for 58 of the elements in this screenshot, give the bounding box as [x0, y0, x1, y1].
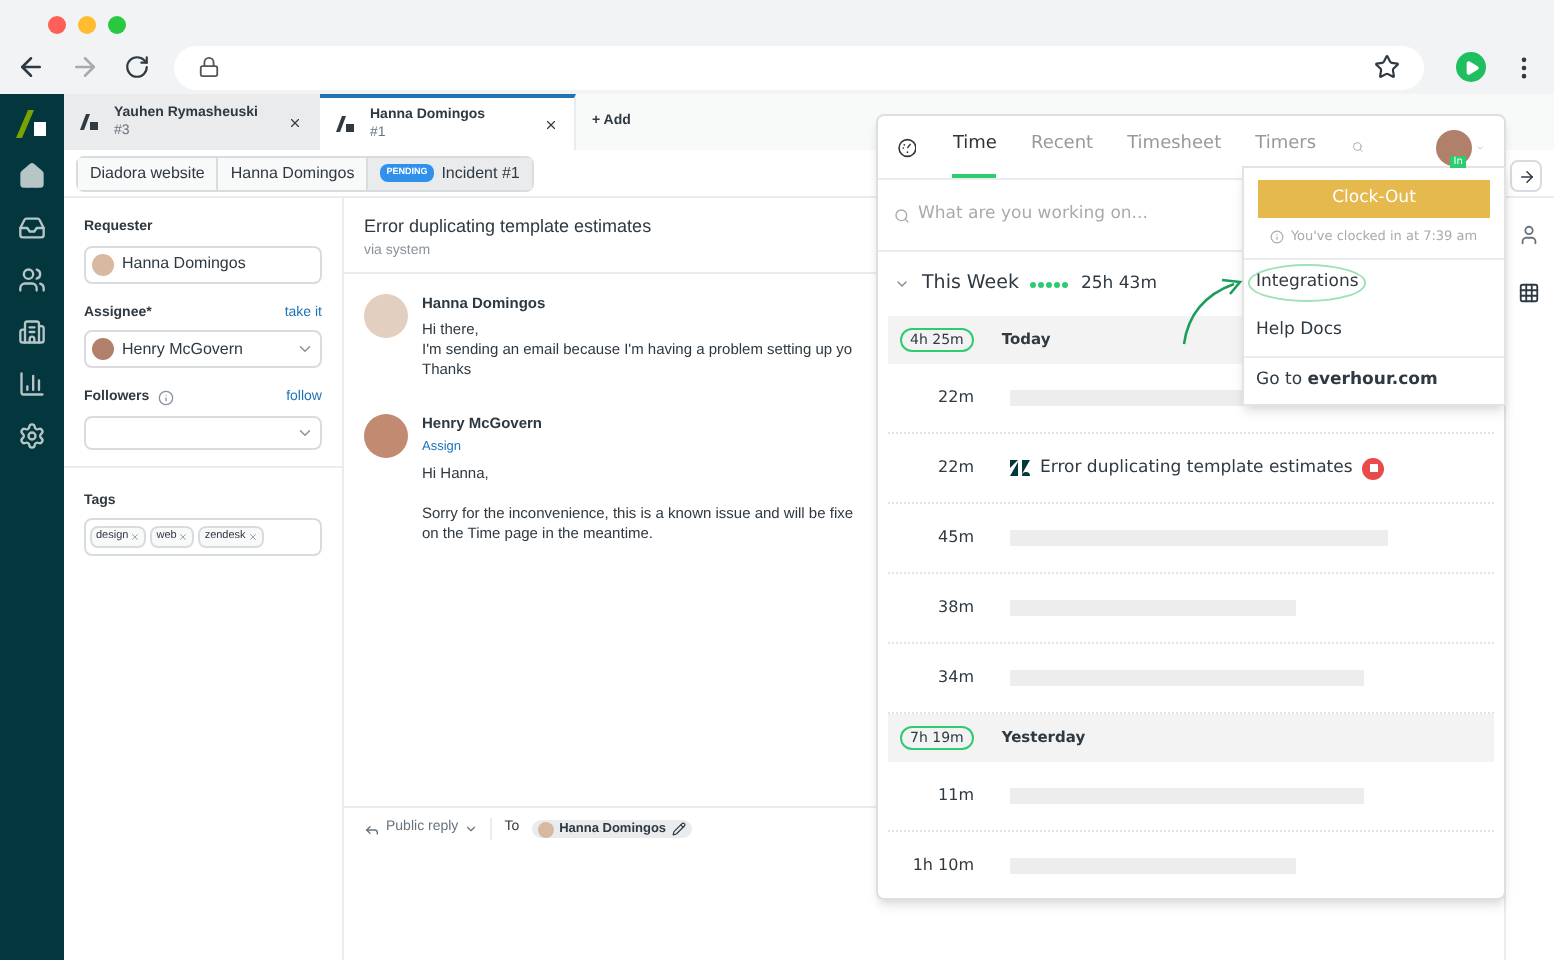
entry-duration: 1h 10m	[910, 854, 974, 878]
entry-title: Error duplicating template estimates	[1040, 455, 1353, 481]
close-icon[interactable]	[544, 117, 558, 131]
arrow-right-icon	[1517, 167, 1535, 185]
avatar	[537, 821, 554, 837]
entry-duration: 34m	[936, 666, 974, 690]
user-avatar	[1435, 129, 1472, 165]
avatar	[364, 294, 408, 338]
menu-item[interactable]: Integrations	[1250, 266, 1365, 301]
breadcrumb-label: Incident #1	[441, 161, 520, 185]
tracker-tab[interactable]: Time	[952, 116, 997, 178]
search-icon	[894, 207, 910, 223]
info-icon	[157, 390, 174, 407]
week-total: 25h 43m	[1080, 271, 1157, 297]
ticket-subject: Error duplicating template estimates	[364, 214, 652, 240]
dots-icon	[1030, 281, 1069, 287]
reporting-icon[interactable]	[18, 370, 46, 398]
ticket-icon	[80, 114, 98, 130]
zendesk-icon	[1010, 460, 1030, 476]
entry-duration: 22m	[936, 456, 974, 480]
entry-duration: 45m	[936, 526, 974, 550]
menu-item[interactable]: Go to everhour.com	[1256, 367, 1438, 394]
apps-grid-icon[interactable]	[1518, 282, 1540, 304]
avatar	[92, 253, 114, 275]
entry-duration: 22m	[936, 386, 974, 410]
avatar	[364, 414, 408, 458]
avatar	[92, 338, 114, 360]
info-icon	[1270, 230, 1285, 245]
entry-duration: 11m	[936, 784, 974, 808]
user-icon[interactable]	[1518, 224, 1540, 246]
week-label: This Week	[922, 269, 1019, 298]
pencil-icon[interactable]	[672, 822, 687, 836]
chevron-down-icon	[464, 822, 479, 836]
breadcrumb-item[interactable]: Hanna Domingos	[218, 157, 369, 189]
expand-arrow-button[interactable]	[1510, 160, 1542, 192]
settings-icon[interactable]	[18, 422, 46, 450]
pointer-arrow	[1178, 276, 1246, 346]
close-window-icon[interactable]	[48, 16, 66, 34]
reply-icon	[364, 821, 380, 837]
breadcrumb-item[interactable]: Diadora website	[78, 157, 219, 189]
zendesk-logo-icon[interactable]	[16, 110, 48, 138]
stop-timer-button[interactable]	[1362, 457, 1385, 479]
back-icon[interactable]	[16, 52, 46, 82]
ticket-icon	[336, 116, 354, 132]
entry-duration: 38m	[936, 596, 974, 620]
chevron-down-icon	[296, 340, 314, 358]
menu-item[interactable]: Help Docs	[1256, 318, 1342, 345]
reload-icon[interactable]	[124, 54, 150, 80]
assignee-dropdown[interactable]: Henry McGovern	[84, 330, 322, 368]
users-icon[interactable]	[18, 266, 46, 294]
bookmark-star-icon[interactable]	[1374, 54, 1400, 80]
lock-icon	[198, 56, 220, 78]
home-icon[interactable]	[18, 162, 46, 190]
collapse-icon[interactable]	[894, 276, 910, 292]
close-icon[interactable]	[288, 115, 302, 129]
views-icon[interactable]	[18, 214, 46, 242]
requester-field[interactable]: Hanna Domingos	[84, 245, 322, 283]
organizations-icon[interactable]	[18, 318, 46, 346]
